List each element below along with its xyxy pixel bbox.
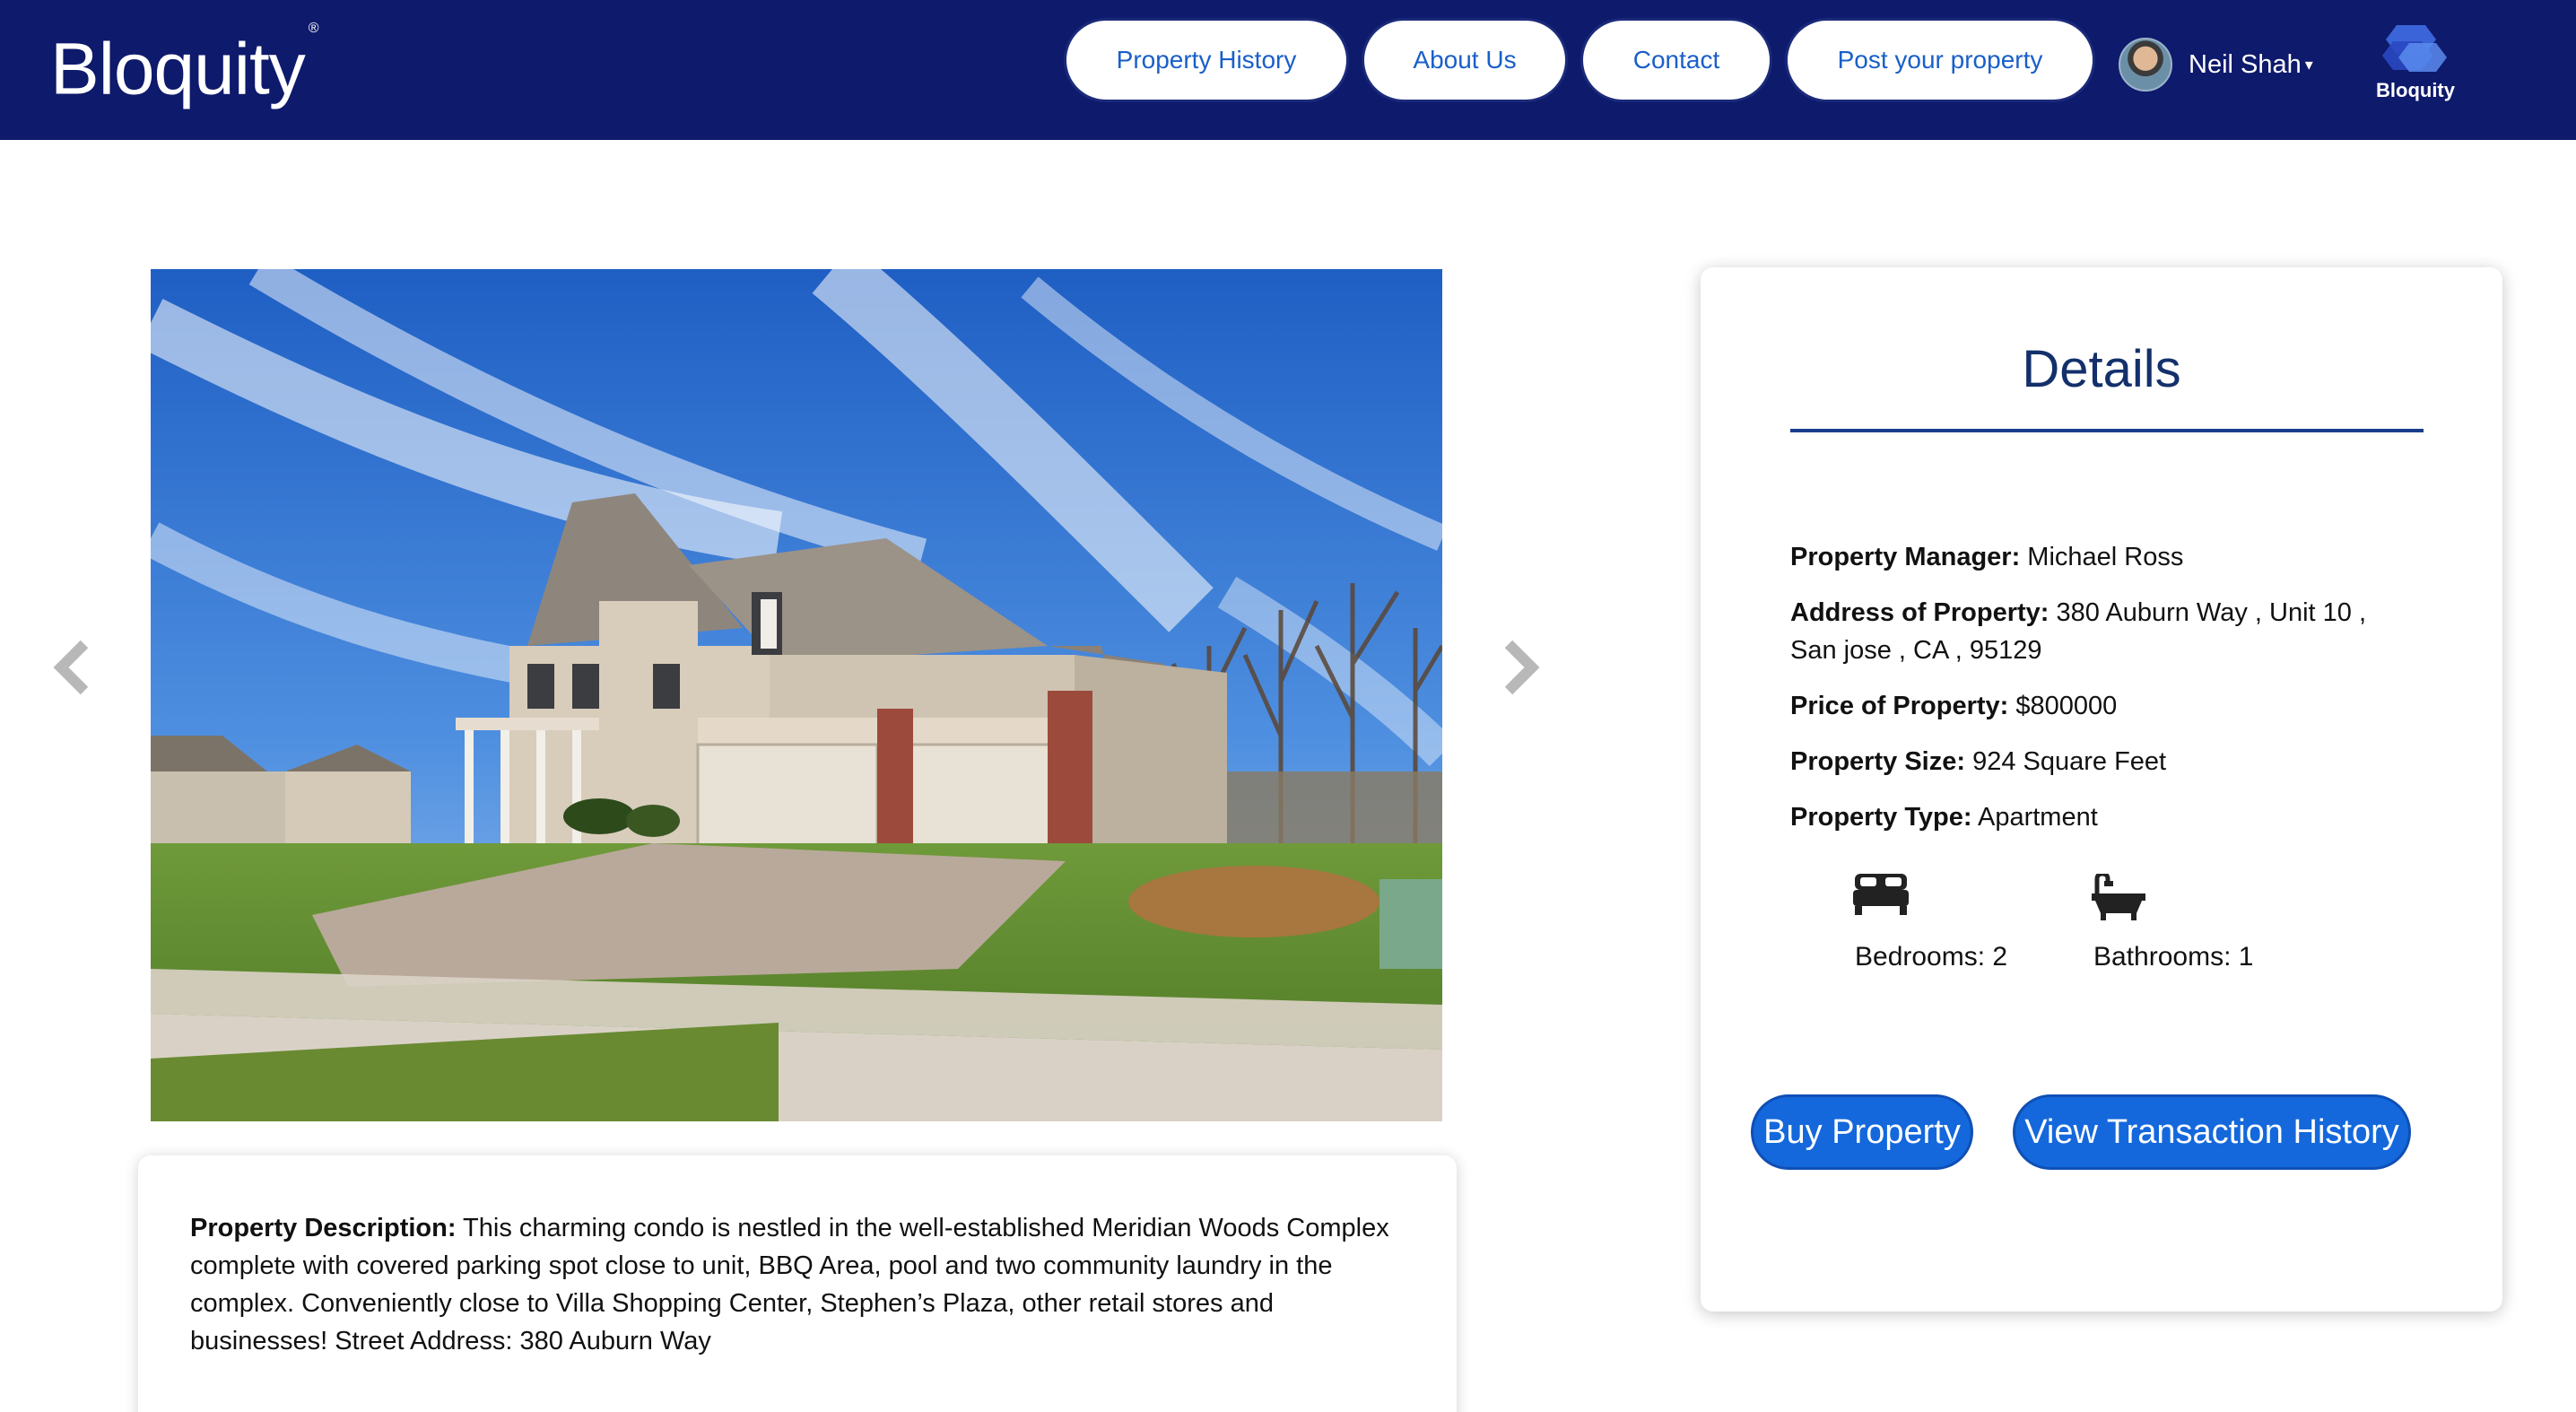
chevron-left-icon[interactable]	[50, 639, 95, 696]
nav-post-property-button[interactable]: Post your property	[1785, 18, 2095, 102]
chevron-down-icon: ▾	[2304, 55, 2313, 74]
nav-about-us-button[interactable]: About Us	[1362, 18, 1568, 102]
type-row: Property Type: Apartment	[1790, 798, 2436, 836]
bed-icon	[1853, 874, 1909, 915]
property-description: Property Description: This charming cond…	[190, 1209, 1403, 1360]
type-value: Apartment	[1977, 803, 2098, 832]
type-label: Property Type:	[1790, 803, 1972, 832]
house-photo	[151, 269, 1442, 1121]
size-label: Property Size:	[1790, 747, 1965, 776]
buy-property-button[interactable]: Buy Property	[1751, 1094, 1973, 1170]
address-label: Address of Property:	[1790, 598, 2049, 627]
view-transaction-history-button[interactable]: View Transaction History	[2013, 1094, 2411, 1170]
property-description-card: Property Description: This charming cond…	[138, 1155, 1457, 1412]
logo-caption: Bloquity	[2376, 79, 2455, 101]
avatar	[2119, 38, 2172, 92]
size-value: 924 Square Feet	[1972, 747, 2167, 776]
bedrooms-label: Bedrooms: 2	[1855, 942, 2008, 972]
user-name: Neil Shah	[2189, 49, 2302, 79]
nav-property-history-button[interactable]: Property History	[1064, 18, 1349, 102]
bathtub-icon	[2092, 874, 2145, 920]
registered-mark: ®	[308, 21, 319, 36]
price-label: Price of Property:	[1790, 692, 2009, 720]
nav-contact-button[interactable]: Contact	[1580, 18, 1772, 102]
chevron-right-icon[interactable]	[1498, 639, 1543, 696]
property-photo	[151, 269, 1442, 1121]
details-title: Details	[2022, 340, 2181, 398]
bathrooms-label: Bathrooms: 1	[2093, 942, 2254, 972]
title-divider	[1790, 429, 2424, 432]
manager-label: Property Manager:	[1790, 543, 2021, 571]
size-row: Property Size: 924 Square Feet	[1790, 743, 2436, 780]
details-card: Details Property Manager: Michael Ross A…	[1701, 267, 2502, 1312]
top-navbar: Bloquity ® Property History About Us Cont…	[0, 0, 2576, 140]
description-label: Property Description:	[190, 1214, 457, 1242]
price-row: Price of Property: $800000	[1790, 687, 2436, 725]
price-value: $800000	[2015, 692, 2118, 720]
address-row: Address of Property: 380 Auburn Way , Un…	[1790, 594, 2418, 669]
brand-logo[interactable]: Bloquity ®	[50, 21, 319, 112]
property-manager-row: Property Manager: Michael Ross	[1790, 538, 2436, 576]
manager-value: Michael Ross	[2027, 543, 2184, 571]
user-menu[interactable]: Neil Shah ▾	[2119, 36, 2313, 93]
